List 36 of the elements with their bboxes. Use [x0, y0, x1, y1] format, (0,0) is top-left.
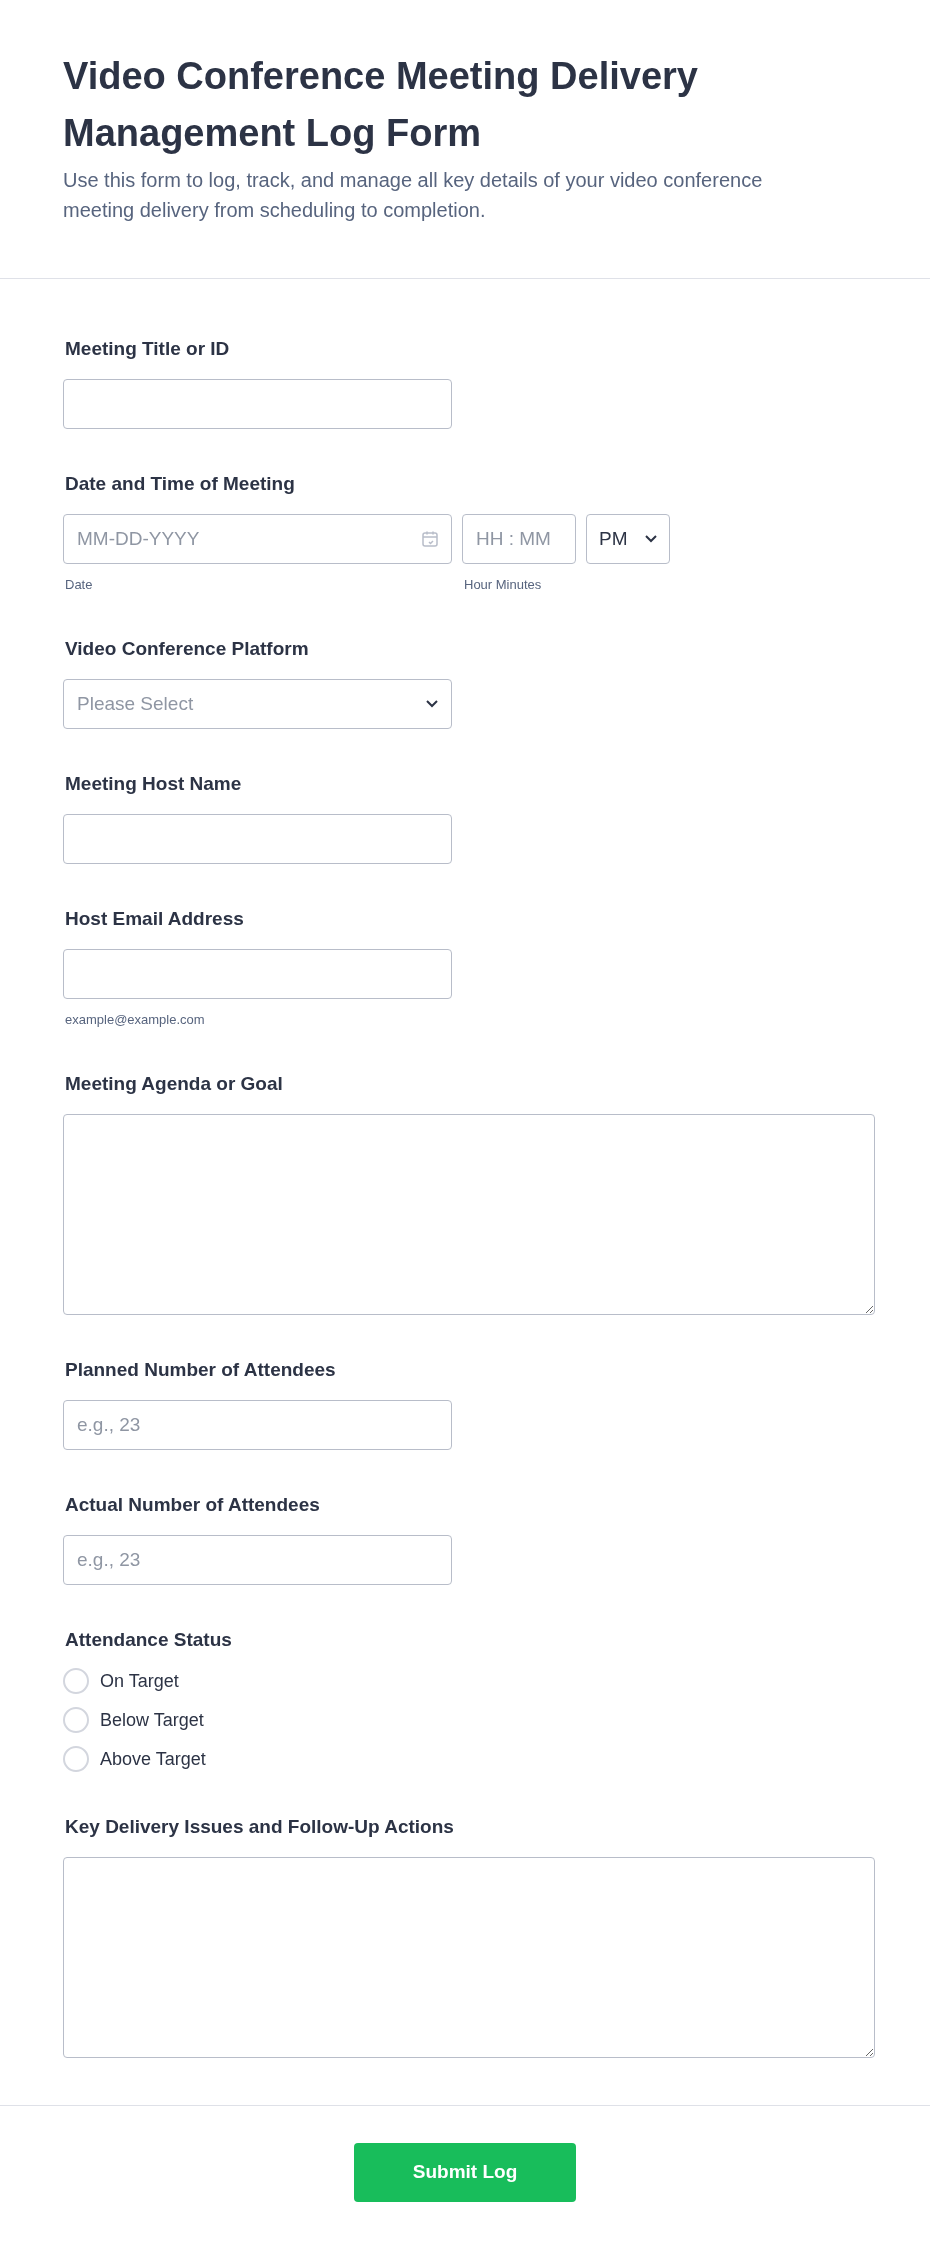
radio-button[interactable]: [63, 1668, 89, 1694]
ampm-select[interactable]: PM: [586, 514, 670, 564]
field-hint: Hour Minutes: [464, 576, 543, 594]
field-label: Actual Number of Attendees: [65, 1493, 321, 1517]
date-field[interactable]: MM-DD-YYYY: [63, 514, 452, 564]
calendar-icon[interactable]: [421, 530, 439, 548]
text-area[interactable]: [63, 1114, 875, 1315]
field-label: Date and Time of Meeting: [65, 472, 296, 496]
radio-button[interactable]: [63, 1707, 89, 1733]
field-label: Planned Number of Attendees: [65, 1358, 337, 1382]
field-label: Meeting Host Name: [65, 772, 243, 796]
field-hint: example@example.com: [65, 1011, 206, 1029]
text-field[interactable]: e.g., 23: [63, 1535, 452, 1585]
form-description: Use this form to log, track, and manage all key details of your video conference meeting delivery from scheduling to completion.: [63, 168, 764, 223]
text-field[interactable]: e.g., 23: [63, 1400, 452, 1450]
text-field[interactable]: [63, 814, 452, 864]
field-label: Host Email Address: [65, 907, 245, 931]
text-field[interactable]: [63, 949, 452, 999]
text-field[interactable]: [63, 379, 452, 429]
submit-button[interactable]: Submit Log: [354, 2143, 576, 2202]
form-title: Video Conference Meeting Delivery Management Log Form: [63, 54, 699, 156]
radio-label: On Target: [100, 1669, 179, 1693]
field-label: Attendance Status: [65, 1628, 233, 1652]
field-label: Meeting Title or ID: [65, 337, 231, 361]
time-field[interactable]: HH : MM: [462, 514, 576, 564]
radio-label: Above Target: [100, 1747, 206, 1771]
radio-label: Below Target: [100, 1708, 204, 1732]
field-label: Key Delivery Issues and Follow-Up Actions: [65, 1815, 455, 1839]
field-hint: Date: [65, 576, 94, 594]
chevron-down-icon: [426, 700, 438, 708]
dropdown-field[interactable]: Please Select: [63, 679, 452, 729]
radio-button[interactable]: [63, 1746, 89, 1772]
field-label: Meeting Agenda or Goal: [65, 1072, 284, 1096]
text-area[interactable]: [63, 1857, 875, 2058]
field-label: Video Conference Platform: [65, 637, 310, 661]
chevron-down-icon: [645, 535, 657, 543]
